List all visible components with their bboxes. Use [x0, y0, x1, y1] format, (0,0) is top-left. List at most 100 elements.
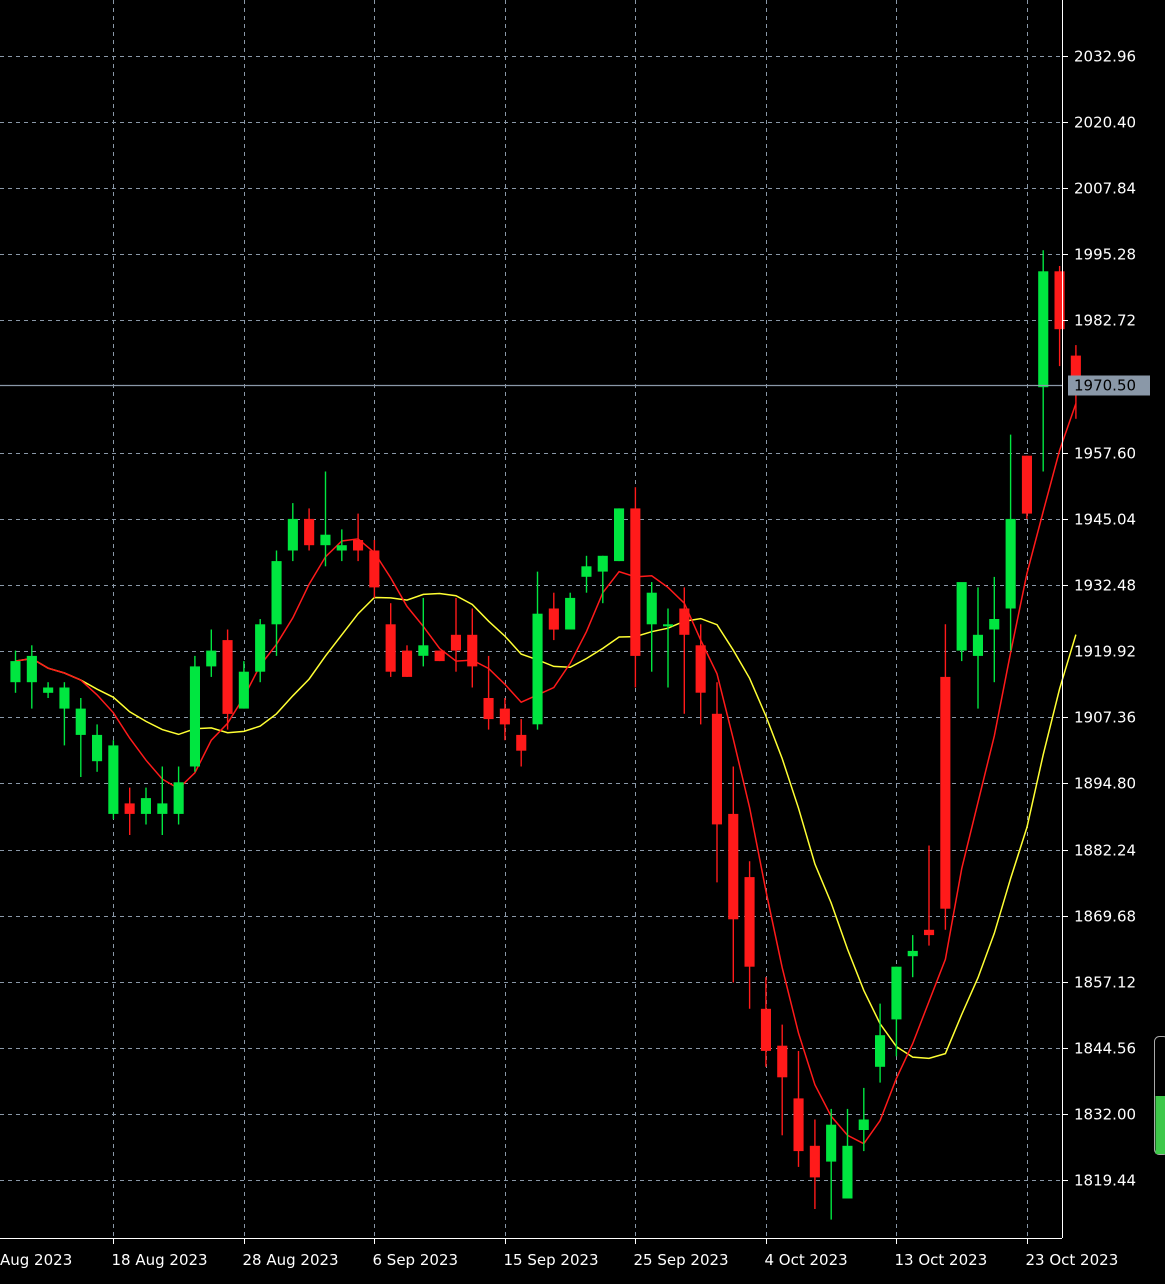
bearish-candle-body: [761, 1009, 771, 1051]
bearish-candle-body: [924, 930, 934, 935]
bullish-candle-body: [255, 624, 265, 671]
bullish-candle-body: [320, 535, 330, 546]
bullish-candle-body: [908, 951, 918, 956]
bullish-candle-body: [663, 624, 673, 626]
y-axis-tick-label: 1882.24: [1074, 842, 1136, 860]
bullish-candle-body: [76, 709, 86, 735]
bearish-candle-body: [223, 640, 233, 714]
x-axis-tick-label: 6 Sep 2023: [373, 1251, 459, 1269]
y-axis-tick-label: 1932.48: [1074, 577, 1136, 595]
x-axis-tick-label: 13 Oct 2023: [895, 1251, 988, 1269]
y-axis-tick-label: 1844.56: [1074, 1040, 1136, 1058]
bullish-candle-body: [59, 688, 69, 709]
bullish-candle-body: [174, 782, 184, 814]
y-axis-tick-label: 1945.04: [1074, 511, 1136, 529]
bullish-candle-body: [647, 593, 657, 625]
bullish-candle-body: [973, 635, 983, 656]
candle-layer: [10, 250, 1081, 1219]
bearish-candle-body: [777, 1046, 787, 1078]
bearish-candle-body: [696, 645, 706, 692]
bullish-candle-body: [337, 545, 347, 550]
y-axis-tick-label: 1894.80: [1074, 775, 1136, 793]
vertical-scrollbar-thumb[interactable]: [1156, 1096, 1165, 1154]
x-axis-tick-label: 15 Sep 2023: [504, 1251, 599, 1269]
x-axis-tick-label: 18 Aug 2023: [112, 1251, 208, 1269]
bearish-candle-body: [745, 877, 755, 967]
y-axis-tick-label: 2020.40: [1074, 114, 1136, 132]
bearish-candle-body: [467, 635, 477, 667]
bearish-candle-body: [484, 698, 494, 719]
bearish-candle-body: [353, 540, 363, 551]
x-axis-tick-label: 28 Aug 2023: [243, 1251, 339, 1269]
bullish-candle-body: [859, 1120, 869, 1131]
bullish-candle-body: [157, 803, 167, 814]
bullish-candle-body: [614, 508, 624, 561]
y-axis-tick-label: 1907.36: [1074, 709, 1136, 727]
bearish-candle-body: [794, 1098, 804, 1151]
bearish-candle-body: [435, 651, 445, 662]
y-axis-tick-label: 2007.84: [1074, 180, 1136, 198]
candlestick-chart: 2032.96 2020.40 2007.84 1995.28 1982.72 1957.…: [0, 0, 1165, 1280]
bearish-candle-body: [500, 709, 510, 725]
fast-moving-average-line: [16, 404, 1076, 1144]
bullish-candle-body: [1006, 519, 1016, 609]
bullish-candle-body: [533, 614, 543, 725]
x-axis-tick-label: 25 Sep 2023: [634, 1251, 729, 1269]
bearish-candle-body: [1022, 456, 1032, 514]
bullish-candle-body: [43, 688, 53, 693]
bearish-candle-body: [402, 651, 412, 677]
bullish-candle-body: [206, 651, 216, 667]
bullish-candle-body: [10, 661, 20, 682]
bullish-candle-body: [190, 666, 200, 766]
bullish-candle-body: [418, 645, 428, 656]
bullish-candle-body: [1038, 271, 1048, 387]
bearish-candle-body: [369, 551, 379, 588]
bullish-candle-body: [826, 1125, 836, 1162]
bullish-candle-body: [92, 735, 102, 761]
y-axis-tick-label: 1995.28: [1074, 246, 1136, 264]
bullish-candle-body: [141, 798, 151, 814]
y-axis-tick-label: 1957.60: [1074, 445, 1136, 463]
bullish-candle-body: [239, 672, 249, 709]
bullish-candle-body: [891, 967, 901, 1020]
x-axis-tick-label: Aug 2023: [0, 1251, 72, 1269]
bullish-candle-body: [957, 582, 967, 651]
chart-canvas: 2032.96 2020.40 2007.84 1995.28 1982.72 1957.…: [0, 0, 1165, 1280]
bullish-candle-body: [842, 1146, 852, 1199]
bearish-candle-body: [712, 714, 722, 825]
bearish-candle-body: [679, 609, 689, 635]
bullish-candle-body: [598, 556, 608, 572]
bullish-candle-body: [989, 619, 999, 630]
y-axis-tick-label: 1819.44: [1074, 1172, 1136, 1190]
x-axis-tick-label: 23 Oct 2023: [1026, 1251, 1119, 1269]
moving-average-layer: [16, 404, 1076, 1144]
y-axis-tick-label: 1832.00: [1074, 1106, 1136, 1124]
grid-layer: [0, 0, 1062, 1238]
bearish-candle-body: [728, 814, 738, 919]
bearish-candle-body: [630, 508, 640, 656]
bearish-candle-body: [516, 735, 526, 751]
bullish-candle-body: [581, 566, 591, 577]
y-axis-tick-label: 1869.68: [1074, 908, 1136, 926]
bearish-candle-body: [386, 624, 396, 671]
bearish-candle-body: [549, 609, 559, 630]
bullish-candle-body: [875, 1035, 885, 1067]
scrollbar-layer[interactable]: [1155, 1037, 1165, 1155]
current-price-label: 1970.50: [1074, 377, 1136, 395]
bullish-candle-body: [565, 598, 575, 630]
bearish-candle-body: [304, 519, 314, 545]
bearish-candle-body: [451, 635, 461, 651]
bullish-candle-body: [272, 561, 282, 624]
y-axis-tick-label: 1919.92: [1074, 643, 1136, 661]
y-axis-tick-label: 1857.12: [1074, 974, 1136, 992]
slow-moving-average-line: [16, 594, 1076, 1059]
bearish-candle-body: [940, 677, 950, 909]
bearish-candle-body: [810, 1146, 820, 1178]
bearish-candle-body: [125, 803, 135, 814]
y-axis-tick-label: 1982.72: [1074, 312, 1136, 330]
bullish-candle-body: [27, 656, 37, 682]
bullish-candle-body: [108, 745, 118, 814]
x-axis-tick-label: 4 Oct 2023: [765, 1251, 848, 1269]
y-axis-tick-label: 2032.96: [1074, 48, 1136, 66]
bullish-candle-body: [288, 519, 298, 551]
